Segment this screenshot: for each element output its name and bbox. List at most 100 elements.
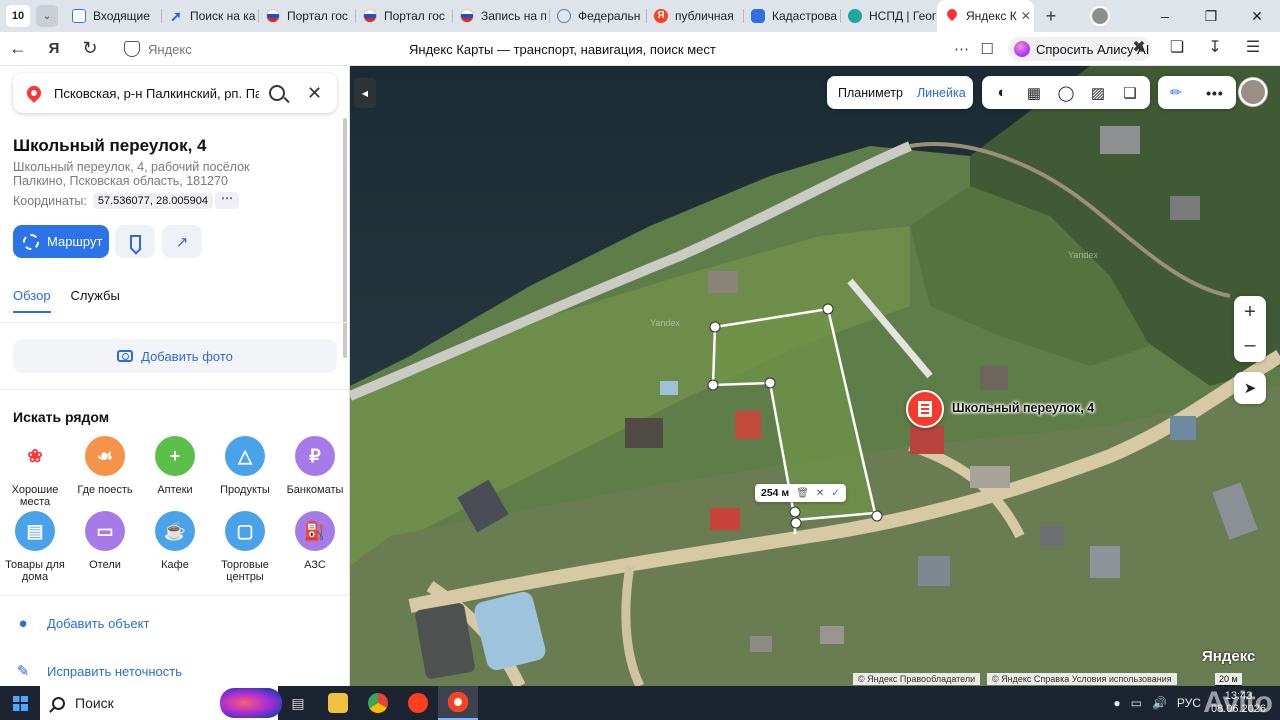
search-box[interactable]: Псковская, р-н Палкинский, рп. Палкино, … (13, 73, 337, 113)
search-highlight-image[interactable] (220, 688, 282, 718)
map-canvas[interactable]: Yandex Yandex ◀ Планиметр Линейка ◐ ▦ ◯ … (350, 66, 1280, 686)
extensions-icon[interactable]: ✖ (1120, 37, 1158, 57)
profile-avatar[interactable] (1090, 6, 1110, 26)
share-button[interactable]: ↗ (162, 225, 202, 258)
shield-icon (124, 41, 140, 57)
file-explorer-icon[interactable] (318, 686, 358, 720)
reload-icon[interactable]: ↻ (72, 34, 108, 64)
start-button[interactable] (0, 695, 40, 711)
delete-icon[interactable]: 🗑 (796, 488, 809, 499)
tab-search[interactable]: ➚ Поиск на ка (161, 0, 258, 32)
zoom-out-icon[interactable]: – (1234, 329, 1266, 362)
category-label: Продукты (220, 484, 270, 496)
close-icon[interactable]: ✕ (816, 488, 824, 499)
category-label: АЗС (304, 559, 326, 571)
transport-icon[interactable]: ▨ (1086, 84, 1110, 102)
tab-inbox[interactable]: Входящие (64, 0, 161, 32)
tools-toolbar: ✏ ••• (1158, 76, 1236, 109)
place-marker[interactable] (906, 390, 944, 428)
coordinates-value[interactable]: 57.536077, 28.005904 (92, 192, 213, 209)
save-bookmark-button[interactable] (115, 225, 155, 258)
tab-appointment[interactable]: Запись на п (452, 0, 549, 32)
tab-yandex-maps[interactable]: Яндекс К ✕ (937, 0, 1034, 32)
volume-icon[interactable]: 🔊 (1152, 696, 1167, 710)
my-location-icon[interactable]: ➤ (1234, 372, 1266, 404)
add-photo-label: Добавить фото (141, 348, 233, 364)
category-good-places[interactable]: ❀ Хорошие места (0, 436, 70, 508)
building-icon (918, 401, 932, 417)
zoom-in-icon[interactable]: + (1234, 296, 1266, 329)
tab-gosuslugi-1[interactable]: Портал гос (258, 0, 355, 32)
chrome-icon[interactable] (358, 686, 398, 720)
more-dots-icon[interactable]: ⋯ (954, 40, 970, 58)
category-malls[interactable]: ▢ Торговые центры (210, 511, 280, 583)
planimeter-button[interactable]: Планиметр (838, 86, 903, 100)
back-arrow-icon[interactable]: ← (0, 34, 36, 64)
copyright-help[interactable]: © Яндекс Справка Условия использования (987, 673, 1177, 685)
tab-gosuslugi-2[interactable]: Портал гос (355, 0, 452, 32)
tab-cadastre[interactable]: Кадастрова (743, 0, 840, 32)
yandex-home-icon[interactable]: Я (36, 34, 72, 64)
category-food[interactable]: ☙ Где поесть (70, 436, 140, 496)
more-dots-icon[interactable]: ••• (1206, 85, 1224, 101)
search-input[interactable]: Псковская, р-н Палкинский, рп. Палкино, … (54, 86, 259, 101)
collapse-panel-icon[interactable]: ◀ (354, 78, 376, 108)
close-icon[interactable]: ✕ (307, 83, 322, 104)
layers-icon[interactable]: ❏ (1118, 84, 1142, 102)
tab-label: публичная (675, 9, 734, 23)
route-button[interactable]: Маршрут (13, 225, 109, 258)
network-icon[interactable]: ● (1113, 696, 1120, 710)
report-error-link[interactable]: ✎ Исправить неточность (13, 662, 182, 680)
tab-count-badge[interactable]: 10 (6, 5, 30, 27)
tab-overview[interactable]: Обзор (13, 288, 51, 313)
yandex-browser-icon[interactable] (438, 686, 478, 720)
language-indicator[interactable]: РУС (1177, 696, 1201, 710)
map-style-icon[interactable]: ◐ (990, 84, 1014, 101)
tab-public[interactable]: Япубличная (646, 0, 743, 32)
camera-icon (117, 350, 134, 362)
menu-icon[interactable]: ☰ (1234, 37, 1272, 57)
tab-services[interactable]: Службы (71, 288, 120, 313)
location-pin-icon (24, 83, 44, 103)
task-view-icon[interactable]: ▤ (278, 686, 318, 720)
category-atm[interactable]: ₽ Банкоматы (280, 436, 349, 496)
search-icon[interactable] (269, 85, 285, 101)
category-groceries[interactable]: △ Продукты (210, 436, 280, 496)
address-host: Яндекс (148, 41, 192, 57)
category-pharmacy[interactable]: + Аптеки (140, 436, 210, 496)
category-cafe[interactable]: ☕ Кафе (140, 511, 210, 571)
taskbar-search[interactable]: Поиск (40, 686, 282, 720)
user-avatar[interactable] (1239, 78, 1267, 106)
fuel-icon: ⛽ (295, 511, 335, 551)
copyright-rights[interactable]: © Яндекс Правообладатели (853, 673, 981, 685)
tab-federal[interactable]: Федеральн (549, 0, 646, 32)
category-label: Кафе (161, 559, 189, 571)
collections-icon[interactable]: ❏ (1158, 37, 1196, 57)
downloads-icon[interactable]: ↧ (1196, 37, 1234, 57)
bookmark-icon[interactable]: ☐ (981, 40, 994, 58)
new-tab-plus-icon[interactable]: + (1040, 5, 1062, 27)
add-object-link[interactable]: ● Добавить объект (13, 615, 149, 632)
category-home-goods[interactable]: ▤ Товары для дома (0, 511, 70, 583)
place-address: Школьный переулок, 4, рабочий посёлок Па… (13, 160, 250, 188)
close-tab-icon[interactable]: ✕ (1017, 9, 1031, 23)
panorama-icon[interactable]: ▦ (1022, 84, 1046, 102)
category-label: Банкоматы (286, 484, 344, 496)
ruler-button[interactable]: Линейка (917, 86, 966, 100)
add-location-icon: ● (18, 615, 28, 632)
battery-icon[interactable]: ▭ (1131, 696, 1142, 710)
category-hotels[interactable]: ▭ Отели (70, 511, 140, 571)
category-fuel[interactable]: ⛽ АЗС (280, 511, 349, 571)
add-photo-button[interactable]: Добавить фото (13, 339, 337, 373)
tab-nspd[interactable]: НСПД | Геог (840, 0, 937, 32)
restore-icon[interactable]: ❐ (1188, 8, 1234, 25)
tab-list-chevron-icon[interactable]: ⌄ (36, 5, 58, 27)
minimize-icon[interactable]: – (1142, 8, 1188, 24)
omnibox[interactable]: Яндекс Яндекс Карты — транспорт, навигац… (112, 36, 1002, 62)
ruler-icon[interactable]: ✏ (1170, 84, 1182, 101)
yandex-app-icon[interactable] (398, 686, 438, 720)
close-window-icon[interactable]: ✕ (1234, 8, 1280, 25)
coordinates-more-icon[interactable]: ⋯ (215, 192, 239, 209)
photo-icon[interactable]: ◯ (1054, 84, 1078, 102)
check-icon[interactable]: ✓ (831, 488, 839, 499)
